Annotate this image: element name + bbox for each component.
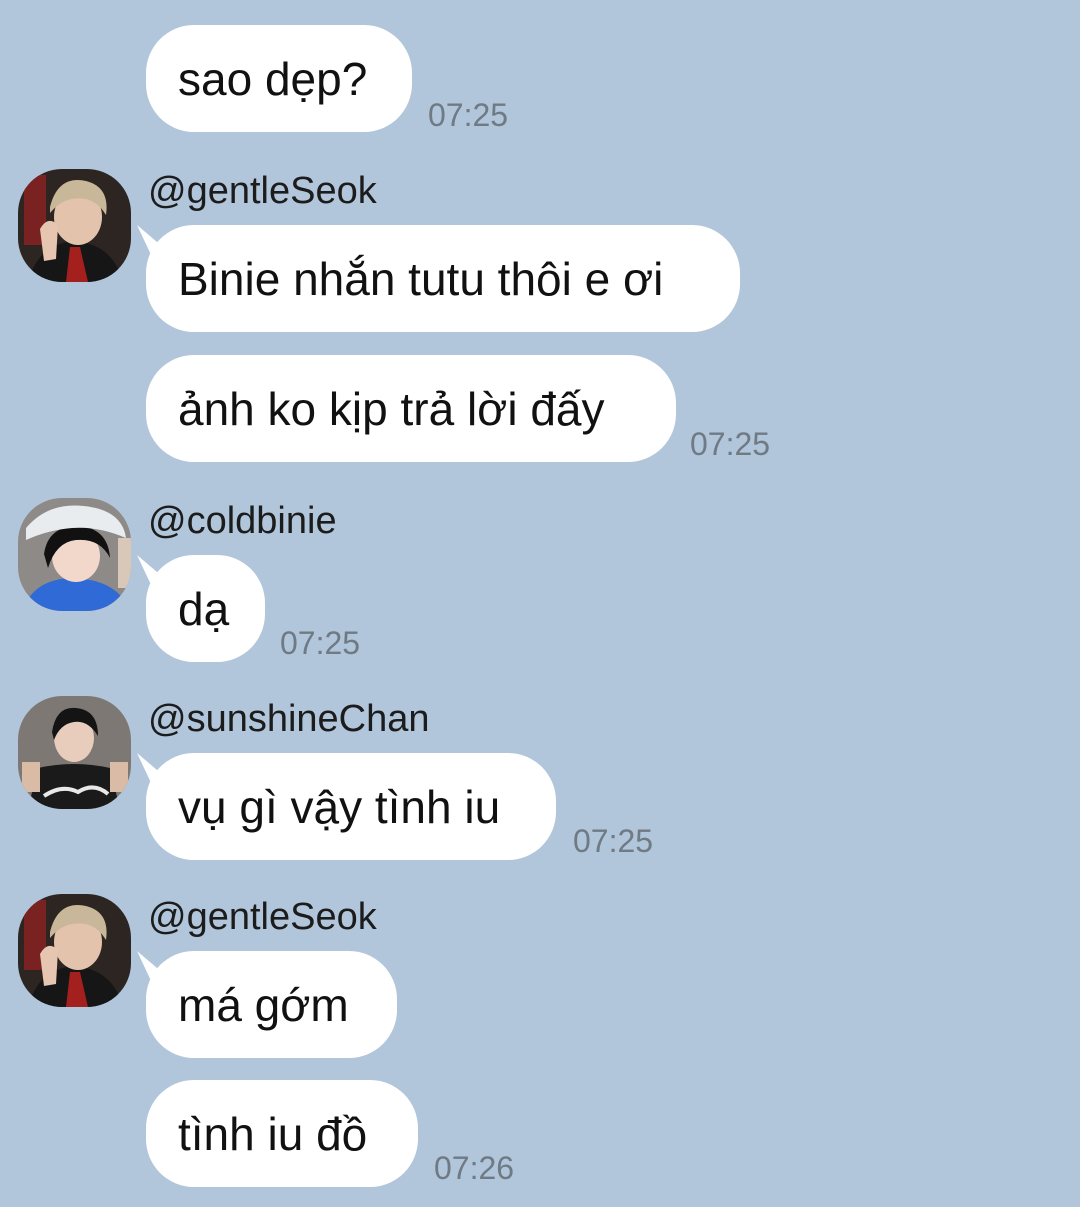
message-timestamp: 07:25: [280, 625, 361, 661]
message-text: Binie nhắn tutu thôi e ơi: [178, 252, 664, 305]
message-bubble[interactable]: tình iu đồ: [146, 1080, 418, 1187]
message-bubble[interactable]: sao dẹp?: [146, 25, 412, 132]
message-text: ảnh ko kịp trả lời đấy: [178, 382, 605, 435]
message-text: má gớm: [178, 978, 349, 1031]
message-text: dạ: [178, 582, 230, 635]
avatar[interactable]: [18, 169, 131, 282]
message-bubble[interactable]: ảnh ko kịp trả lời đấy: [146, 355, 676, 462]
user-avatar-gentleseok-icon: [18, 894, 131, 1007]
message-text: vụ gì vậy tình iu: [178, 780, 501, 833]
message-bubble[interactable]: vụ gì vậy tình iu: [146, 753, 556, 860]
sender-name: @gentleSeok: [148, 170, 377, 212]
avatar[interactable]: [18, 894, 131, 1007]
user-avatar-coldbinie-icon: [18, 498, 131, 611]
sender-name: @gentleSeok: [148, 896, 377, 938]
avatar[interactable]: [18, 696, 131, 809]
message-bubble[interactable]: Binie nhắn tutu thôi e ơi: [146, 225, 740, 332]
user-avatar-gentleseok-icon: [18, 169, 131, 282]
message-timestamp: 07:25: [428, 97, 509, 133]
message-timestamp: 07:25: [690, 426, 771, 462]
user-avatar-sunshinechan-icon: [18, 696, 131, 809]
message-bubble[interactable]: dạ: [146, 555, 265, 662]
message-timestamp: 07:26: [434, 1150, 515, 1186]
message-text: sao dẹp?: [178, 52, 368, 105]
avatar[interactable]: [18, 498, 131, 611]
message-bubble[interactable]: má gớm: [146, 951, 397, 1058]
sender-name: @sunshineChan: [148, 698, 430, 740]
message-timestamp: 07:25: [573, 823, 654, 859]
sender-name: @coldbinie: [148, 500, 337, 542]
message-text: tình iu đồ: [178, 1107, 368, 1160]
